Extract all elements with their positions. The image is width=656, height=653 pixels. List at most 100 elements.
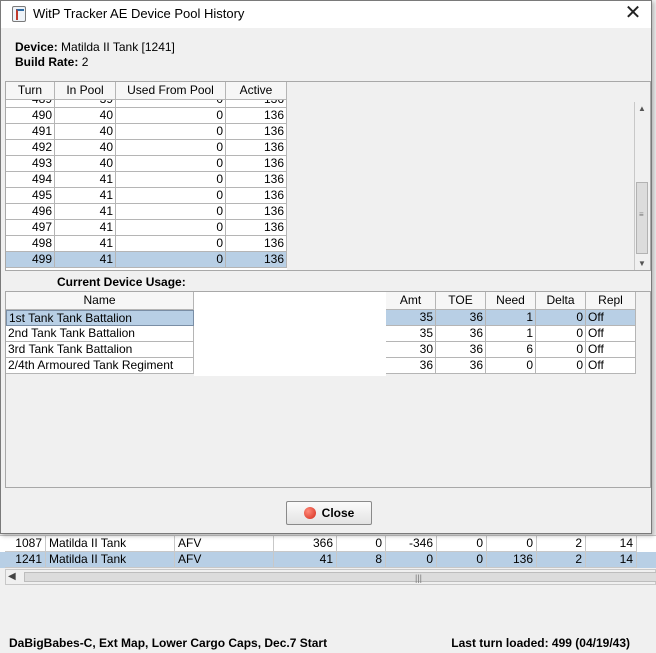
cell-c5: 0 bbox=[487, 536, 537, 552]
cell-used: 0 bbox=[116, 252, 226, 268]
device-list-table: 1087 Matilda II Tank AFV 366 0 -346 0 0 2 14 1241 M… bbox=[0, 535, 656, 568]
cell-toe: 36 bbox=[436, 358, 486, 374]
cell-amt: 35 bbox=[386, 310, 436, 326]
table-row[interactable]: 1087 Matilda II Tank AFV 366 0 -346 0 0 2 14 bbox=[0, 536, 656, 552]
table-row[interactable]: 2/4th Armoured Tank Regiment 36 36 0 0 Off bbox=[6, 358, 636, 374]
cell-delta: 0 bbox=[536, 342, 586, 358]
cell-active: 136 bbox=[226, 220, 287, 236]
cell-delta: 0 bbox=[536, 310, 586, 326]
cell-turn: 495 bbox=[6, 188, 55, 204]
cell-c7: 14 bbox=[586, 552, 637, 568]
cell-in-pool: 40 bbox=[55, 108, 116, 124]
scrollbar-thumb[interactable]: ||| bbox=[24, 572, 656, 583]
column-header-need[interactable]: Need bbox=[486, 292, 536, 310]
cell-need: 6 bbox=[486, 342, 536, 358]
close-button[interactable]: Close bbox=[286, 501, 372, 525]
table-row[interactable]: 489390136 bbox=[6, 100, 287, 108]
column-header-repl[interactable]: Repl bbox=[586, 292, 636, 310]
cell-turn: 490 bbox=[6, 108, 55, 124]
table-row[interactable]: 496 41 0 136 bbox=[6, 204, 287, 220]
pool-table-header: Turn In Pool Used From Pool Active bbox=[6, 82, 287, 100]
table-row[interactable]: 491 40 0 136 bbox=[6, 124, 287, 140]
cell-turn: 489 bbox=[6, 100, 55, 108]
scroll-down-arrow-icon[interactable]: ▼ bbox=[638, 259, 646, 268]
table-row[interactable]: 495 41 0 136 bbox=[6, 188, 287, 204]
cell-toe: 36 bbox=[436, 310, 486, 326]
cell-c3: -346 bbox=[386, 536, 437, 552]
cell-turn: 499 bbox=[6, 252, 55, 268]
cell-used: 0 bbox=[116, 108, 226, 124]
scrollbar-thumb[interactable]: ≡ bbox=[636, 182, 648, 254]
cell-in-pool: 40 bbox=[55, 156, 116, 172]
column-header-delta[interactable]: Delta bbox=[536, 292, 586, 310]
table-row[interactable]: 490 40 0 136 bbox=[6, 108, 287, 124]
cell-active: 136 bbox=[226, 100, 287, 108]
cell-amt: 36 bbox=[386, 358, 436, 374]
device-value: Matilda II Tank [1241] bbox=[61, 40, 175, 54]
scenario-status: DaBigBabes-C, Ext Map, Lower Cargo Caps,… bbox=[9, 636, 328, 650]
cell-used: 0 bbox=[116, 140, 226, 156]
device-pool-history-dialog: WitP Tracker AE Device Pool History ✕ De… bbox=[0, 0, 652, 534]
cell-in-pool: 41 bbox=[55, 204, 116, 220]
cell-name: 2/4th Armoured Tank Regiment bbox=[6, 358, 194, 374]
last-turn-status: Last turn loaded: 499 (04/19/43) bbox=[451, 636, 630, 650]
cell-repl: Off bbox=[586, 310, 636, 326]
cell-in-pool: 41 bbox=[55, 172, 116, 188]
cell-turn: 492 bbox=[6, 140, 55, 156]
cell-active: 136 bbox=[226, 252, 287, 268]
table-row[interactable]: 499 41 0 136 bbox=[6, 252, 287, 268]
cell-name: 3rd Tank Tank Battalion bbox=[6, 342, 194, 358]
table-row[interactable]: 492 40 0 136 bbox=[6, 140, 287, 156]
close-icon[interactable]: ✕ bbox=[621, 2, 645, 26]
cell-c2: 0 bbox=[337, 536, 386, 552]
table-row[interactable]: 493 40 0 136 bbox=[6, 156, 287, 172]
column-header-name[interactable]: Name bbox=[6, 292, 194, 310]
cell-type: AFV bbox=[175, 536, 274, 552]
cell-active: 136 bbox=[226, 188, 287, 204]
cell-turn: 497 bbox=[6, 220, 55, 236]
horizontal-scrollbar[interactable]: ◀ ||| bbox=[5, 569, 656, 585]
cell-toe: 36 bbox=[436, 342, 486, 358]
column-header-amt[interactable]: Amt bbox=[386, 292, 436, 310]
cell-used: 0 bbox=[116, 220, 226, 236]
column-header-toe[interactable]: TOE bbox=[436, 292, 486, 310]
table-row[interactable]: 1241 Matilda II Tank AFV 41 8 0 0 136 2 14 bbox=[0, 552, 656, 568]
title-bar[interactable]: WitP Tracker AE Device Pool History ✕ bbox=[1, 1, 651, 28]
cell-amt: 35 bbox=[386, 326, 436, 342]
cell-toe: 36 bbox=[436, 326, 486, 342]
device-label: Device: bbox=[15, 40, 58, 54]
column-header-used-from-pool[interactable]: Used From Pool bbox=[116, 82, 226, 100]
scroll-up-arrow-icon[interactable]: ▲ bbox=[638, 104, 646, 113]
cell-turn: 491 bbox=[6, 124, 55, 140]
table-row[interactable]: 498 41 0 136 bbox=[6, 236, 287, 252]
cell-used: 0 bbox=[116, 124, 226, 140]
cell-c5: 136 bbox=[487, 552, 537, 568]
cell-in-pool: 39 bbox=[55, 100, 116, 108]
pool-table-body: 4893901364904001364914001364924001364934… bbox=[6, 100, 287, 270]
cell-c2: 8 bbox=[337, 552, 386, 568]
cell-active: 136 bbox=[226, 140, 287, 156]
cell-used: 0 bbox=[116, 236, 226, 252]
window-title: WitP Tracker AE Device Pool History bbox=[33, 6, 245, 21]
current-device-usage-label: Current Device Usage: bbox=[57, 275, 186, 289]
cell-c7: 14 bbox=[586, 536, 637, 552]
cell-repl: Off bbox=[586, 326, 636, 342]
cell-name: 2nd Tank Tank Battalion bbox=[6, 326, 194, 342]
table-row[interactable]: 497 41 0 136 bbox=[6, 220, 287, 236]
table-row[interactable]: 1st Tank Tank Battalion 35 36 1 0 Off bbox=[6, 310, 636, 326]
table-row[interactable]: 494 41 0 136 bbox=[6, 172, 287, 188]
cell-repl: Off bbox=[586, 342, 636, 358]
grip-icon: ≡ bbox=[639, 210, 644, 219]
column-header-in-pool[interactable]: In Pool bbox=[55, 82, 116, 100]
cell-c1: 41 bbox=[274, 552, 337, 568]
app-icon bbox=[12, 6, 26, 22]
column-header-active[interactable]: Active bbox=[226, 82, 287, 100]
vertical-scrollbar[interactable]: ▲ ≡ ▼ bbox=[634, 102, 649, 270]
table-row[interactable]: 3rd Tank Tank Battalion 30 36 6 0 Off bbox=[6, 342, 636, 358]
column-header-turn[interactable]: Turn bbox=[6, 82, 55, 100]
cell-c6: 2 bbox=[537, 536, 586, 552]
table-row[interactable]: 2nd Tank Tank Battalion 35 36 1 0 Off bbox=[6, 326, 636, 342]
scroll-left-arrow-icon[interactable]: ◀ bbox=[8, 571, 16, 582]
cell-active: 136 bbox=[226, 108, 287, 124]
cell-turn: 496 bbox=[6, 204, 55, 220]
